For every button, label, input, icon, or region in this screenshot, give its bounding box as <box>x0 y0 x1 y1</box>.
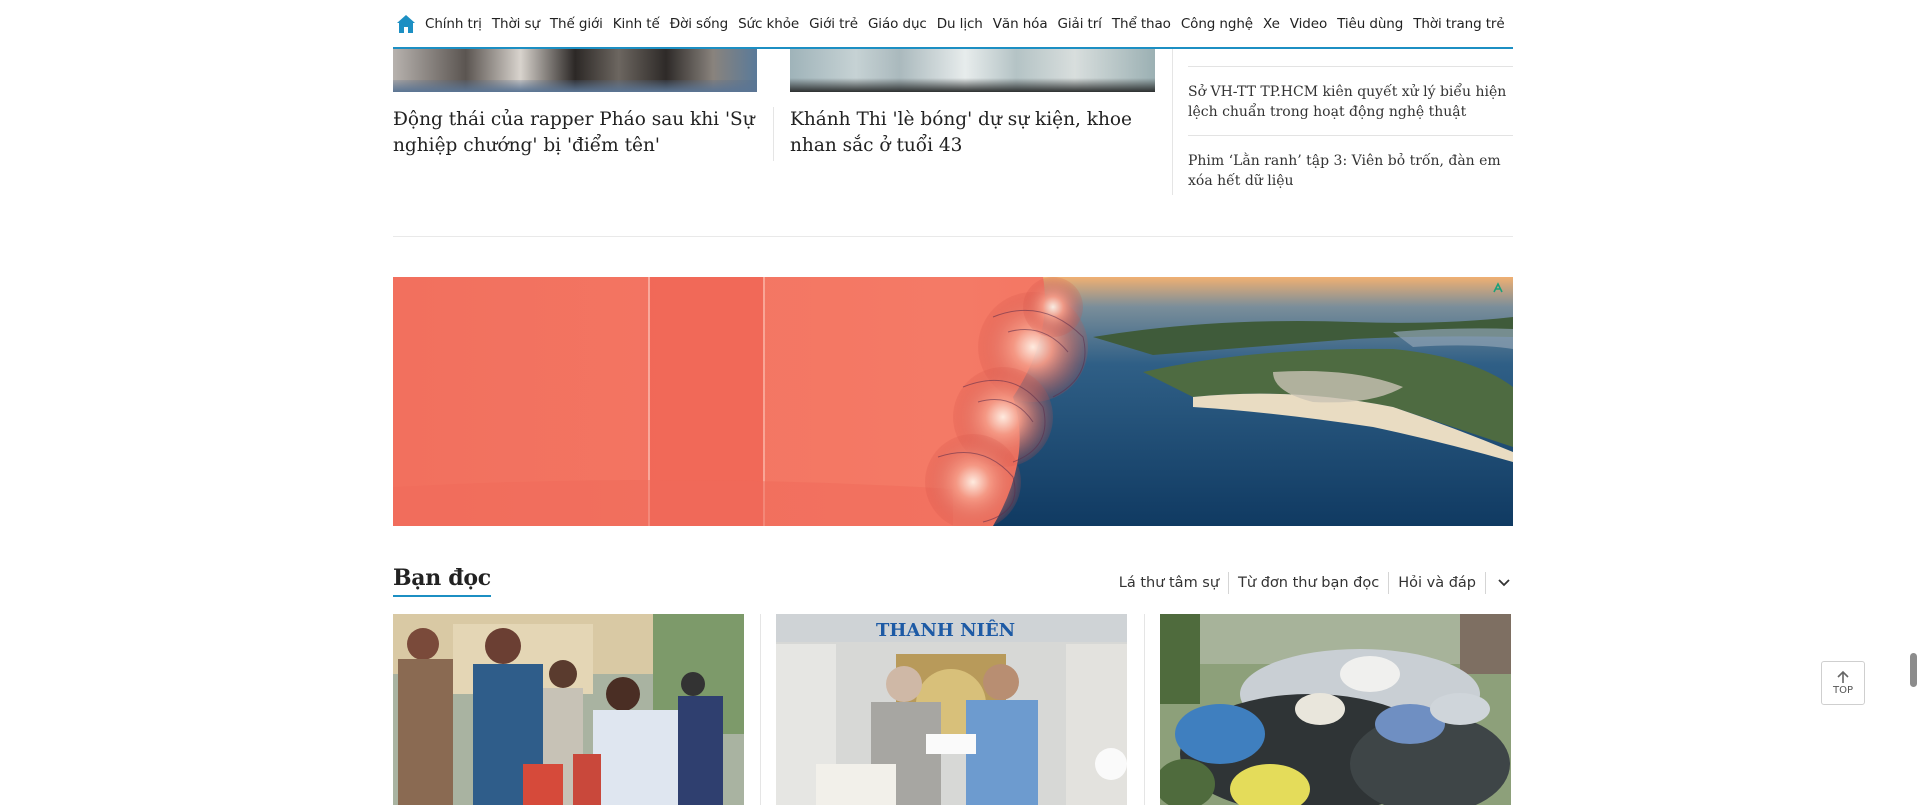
section-divider <box>393 236 1513 237</box>
section-subtabs: Lá thư tâm sự Từ đơn thư bạn đọc Hỏi và … <box>1110 572 1513 594</box>
nav-item-van-hoa[interactable]: Văn hóa <box>988 16 1053 32</box>
list-divider <box>1188 66 1513 67</box>
nav-item-tieu-dung[interactable]: Tiêu dùng <box>1332 16 1408 32</box>
tab-separator <box>1485 572 1486 594</box>
list-divider <box>1188 135 1513 136</box>
article-thumbnail[interactable] <box>790 49 1155 92</box>
nav-item-du-lich[interactable]: Du lịch <box>932 16 988 32</box>
nav-item-video[interactable]: Video <box>1285 16 1332 32</box>
article-title[interactable]: Động thái của rapper Pháo sau khi 'Sự ng… <box>393 107 763 159</box>
nav-item-doi-song[interactable]: Đời sống <box>665 16 733 32</box>
column-divider <box>773 107 774 161</box>
svg-text:THANH NIÊN: THANH NIÊN <box>876 618 1015 641</box>
side-article-list: Sở VH-TT TP.HCM kiên quyết xử lý biểu hi… <box>1188 49 1513 191</box>
arrow-up-icon <box>1837 670 1849 683</box>
article-thumbnail[interactable]: THANH NIÊN <box>776 614 1127 805</box>
nav-item-the-gioi[interactable]: Thế giới <box>545 16 608 32</box>
nav-item-giai-tri[interactable]: Giải trí <box>1053 16 1107 32</box>
section-title[interactable]: Bạn đọc <box>393 565 491 597</box>
advertisement-banner[interactable] <box>393 277 1513 526</box>
side-article-title[interactable]: Phim ‘Lằn ranh’ tập 3: Viên bỏ trốn, đàn… <box>1188 151 1513 191</box>
chevron-down-icon[interactable] <box>1495 574 1513 592</box>
nav-item-kinh-te[interactable]: Kinh tế <box>608 16 665 32</box>
nav-item-suc-khoe[interactable]: Sức khỏe <box>733 16 804 32</box>
article-thumbnail[interactable] <box>393 49 757 92</box>
back-to-top-label: TOP <box>1832 685 1853 696</box>
article-thumbnail[interactable] <box>393 614 744 805</box>
main-navigation: Chính trị Thời sự Thế giới Kinh tế Đời s… <box>393 0 1513 49</box>
side-article-title[interactable]: Sở VH-TT TP.HCM kiên quyết xử lý biểu hi… <box>1188 82 1513 122</box>
column-divider <box>1144 614 1145 805</box>
column-divider <box>760 614 761 805</box>
back-to-top-button[interactable]: TOP <box>1821 661 1865 705</box>
nav-item-giao-duc[interactable]: Giáo dục <box>863 16 932 32</box>
tab-hoi-va-dap[interactable]: Hỏi và đáp <box>1389 575 1485 591</box>
nav-item-gioi-tre[interactable]: Giới trẻ <box>804 16 863 32</box>
nav-item-the-thao[interactable]: Thể thao <box>1107 16 1176 32</box>
nav-item-thoi-su[interactable]: Thời sự <box>487 16 545 32</box>
nav-item-chinh-tri[interactable]: Chính trị <box>425 16 487 32</box>
column-divider <box>1172 49 1173 195</box>
scrollbar-thumb[interactable] <box>1910 653 1917 687</box>
nav-item-xe[interactable]: Xe <box>1258 16 1285 32</box>
tab-la-thu-tam-su[interactable]: Lá thư tâm sự <box>1110 575 1228 591</box>
article-thumbnail[interactable] <box>1160 614 1511 805</box>
tab-tu-don-thu-ban-doc[interactable]: Từ đơn thư bạn đọc <box>1229 575 1388 591</box>
home-icon[interactable] <box>396 13 416 35</box>
nav-item-cong-nghe[interactable]: Công nghệ <box>1176 16 1258 32</box>
article-title[interactable]: Khánh Thi 'lè bóng' dự sự kiện, khoe nha… <box>790 107 1160 159</box>
ad-choices-icon[interactable] <box>1491 281 1505 295</box>
nav-item-thoi-trang-tre[interactable]: Thời trang trẻ <box>1408 16 1509 32</box>
